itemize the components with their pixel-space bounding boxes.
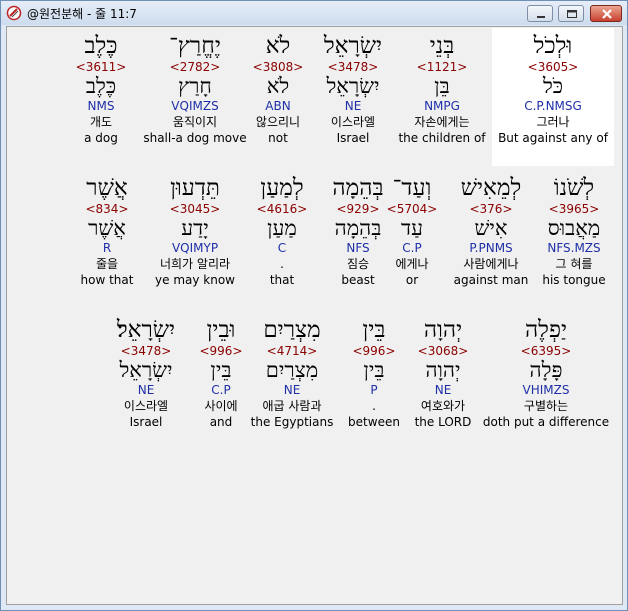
app-window: @원전분해 - 줄 11:7 וּלְכֹל <3605> כֹּל C.P.NMSG… bbox=[0, 0, 628, 611]
strong-number: <834> bbox=[85, 202, 129, 216]
strong-number: <3478> bbox=[120, 344, 172, 358]
morph-code: R bbox=[102, 241, 112, 255]
word-cell[interactable]: כֶּלֶב <3611> כֶּלֶב NMS 개도 a dog bbox=[40, 32, 162, 145]
korean-gloss: 이스라엘 bbox=[123, 399, 169, 413]
window-title: @원전분해 - 줄 11:7 bbox=[27, 7, 137, 21]
strong-number: <3611> bbox=[75, 60, 127, 74]
maximize-button[interactable] bbox=[558, 5, 584, 22]
morph-code: C.P.NMSG bbox=[524, 99, 582, 113]
word-analysis-panel[interactable]: וּלְכֹל <3605> כֹּל C.P.NMSG 그러나 But against … bbox=[6, 26, 623, 605]
english-gloss: But against any of bbox=[498, 131, 608, 145]
morph-code: NE bbox=[137, 383, 155, 397]
lemma-word: יִשְׂרָאֵל bbox=[119, 358, 173, 382]
lemma-word: כֶּלֶב bbox=[85, 74, 117, 98]
title-bar[interactable]: @원전분해 - 줄 11:7 bbox=[1, 1, 627, 25]
korean-gloss: 줄을 bbox=[95, 257, 119, 271]
english-gloss: Israel bbox=[129, 415, 163, 429]
close-icon bbox=[602, 9, 612, 19]
english-gloss: a dog bbox=[84, 131, 118, 145]
word-cell[interactable]: יִשְׂרָאֵל׃ <3478> יִשְׂרָאֵל NE 이스라엘 Israel bbox=[81, 316, 211, 429]
korean-gloss: 그러나 bbox=[536, 115, 570, 129]
lemma-word: כֹּל bbox=[542, 74, 564, 98]
hebrew-word: וּלְכֹל bbox=[533, 33, 573, 59]
morph-code: NMS bbox=[87, 99, 115, 113]
hebrew-word: יִשְׂרָאֵל׃ bbox=[116, 317, 176, 343]
close-button[interactable] bbox=[590, 5, 622, 22]
word-cell[interactable]: אֲשֶׁר <834> אֲשֶׁר R 줄을 how that bbox=[55, 174, 159, 287]
word-cell[interactable]: וּלְכֹל <3605> כֹּל C.P.NMSG 그러나 But against … bbox=[492, 32, 614, 145]
lemma-word: אֲשֶׁר bbox=[88, 216, 126, 240]
hebrew-word: כֶּלֶב bbox=[84, 33, 118, 59]
maximize-icon bbox=[567, 10, 577, 18]
english-gloss: how that bbox=[80, 273, 134, 287]
app-icon bbox=[6, 5, 22, 21]
korean-gloss: 개도 bbox=[89, 115, 113, 129]
minimize-button[interactable] bbox=[527, 5, 553, 22]
minimize-icon bbox=[537, 16, 545, 18]
strong-number: <3605> bbox=[527, 60, 579, 74]
hebrew-word: אֲשֶׁר bbox=[86, 175, 128, 201]
